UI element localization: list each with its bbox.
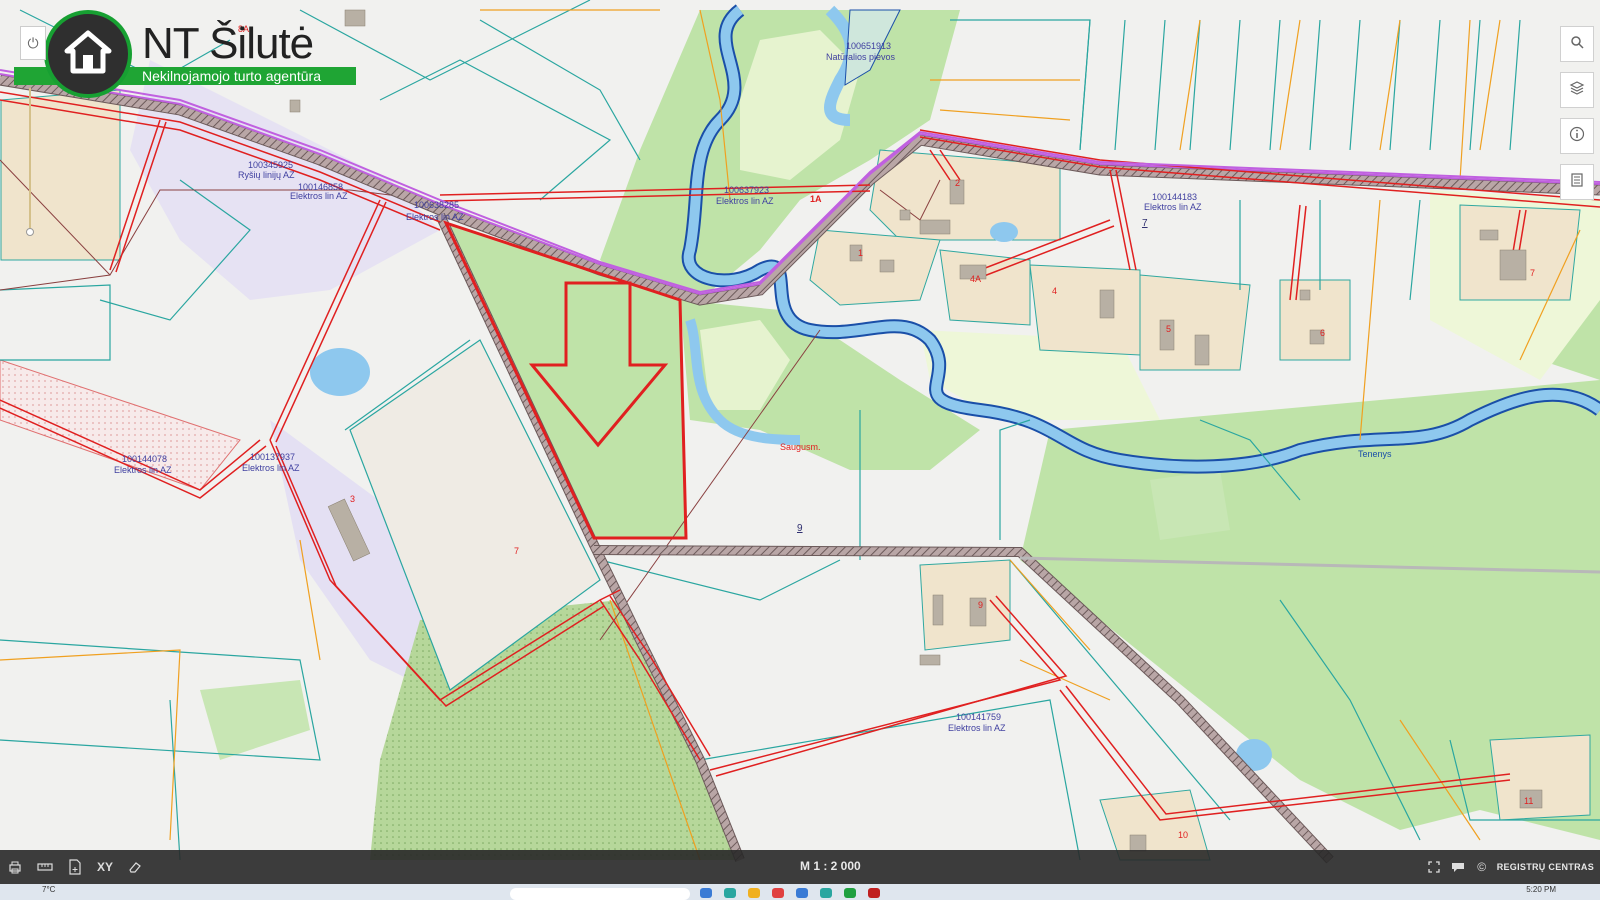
power-icon: ⏻ — [27, 34, 39, 51]
app-icon[interactable] — [772, 888, 784, 898]
zoom-track — [29, 88, 31, 234]
map-statusbar: XY M 1 : 2 000 © REGISTRŲ CENTRAS — [0, 850, 1600, 884]
map-scale: M 1 : 2 000 — [800, 859, 861, 873]
label-l2-name: Elektros lin AZ — [290, 191, 348, 201]
house-number: 7 — [1530, 268, 1535, 278]
legend-icon — [1569, 172, 1585, 193]
app-icon[interactable] — [748, 888, 760, 898]
new-page-icon[interactable] — [66, 858, 84, 876]
house-number: 9 — [978, 600, 983, 610]
weather-temperature: 7°C — [42, 885, 56, 894]
parcel-number-7: 7 — [1142, 218, 1148, 229]
clock: 5:20 PM — [1526, 885, 1556, 894]
app-icon[interactable] — [868, 888, 880, 898]
house-number: 3 — [350, 494, 355, 504]
house-number: 4 — [1052, 286, 1057, 296]
chat-icon[interactable] — [1449, 858, 1467, 876]
label-l6-name: Elektros lin AZ — [114, 465, 172, 475]
brand-logo: NT Šilutė Nekilnojamojo turto agentūra — [14, 10, 356, 100]
label-l3-num: 100638285 — [414, 200, 459, 210]
app-icon[interactable] — [844, 888, 856, 898]
house-number: 11 — [1524, 796, 1533, 806]
eraser-icon[interactable] — [126, 858, 144, 876]
label-l1-name: Ryšių linijų AZ — [238, 170, 295, 180]
house-number: 5 — [1166, 324, 1171, 334]
info-icon — [1569, 126, 1585, 147]
registry-label: REGISTRŲ CENTRAS — [1496, 862, 1594, 872]
label-l6-num: 100144078 — [122, 454, 167, 464]
print-icon[interactable] — [6, 858, 24, 876]
brand-title: NT Šilutė — [142, 19, 314, 68]
pond-2 — [990, 222, 1018, 242]
label-l8-num: 100141759 — [956, 712, 1001, 722]
xy-icon[interactable]: XY — [96, 858, 114, 876]
label-l3-name: Elektros lin AZ — [406, 212, 464, 222]
search-icon — [1570, 35, 1584, 54]
label-l9-name: Natūralios pievos — [826, 52, 896, 62]
label-l5-num: 100144183 — [1152, 192, 1197, 202]
brand-circle — [44, 10, 132, 98]
info-button[interactable] — [1560, 118, 1594, 154]
copyright-icon: © — [1477, 860, 1487, 874]
label-l4-num: 100637923 — [724, 185, 769, 195]
taskbar-search[interactable] — [510, 888, 690, 900]
river-label: Tenenys — [1358, 449, 1392, 459]
label-l7-num: 100137937 — [250, 452, 295, 462]
house-number: 1A — [810, 194, 822, 204]
search-button[interactable] — [1560, 26, 1594, 62]
map-tools — [1560, 26, 1594, 200]
zoom-slider[interactable] — [26, 88, 34, 238]
legend-button[interactable] — [1560, 164, 1594, 200]
label-l4-name: Elektros lin AZ — [716, 196, 774, 206]
fullscreen-icon[interactable] — [1425, 858, 1443, 876]
label-l1-num: 100345925 — [248, 160, 293, 170]
cadastral-map[interactable]: 100345925 Ryšių linijų AZ 100146858 Elek… — [0, 0, 1600, 900]
label-l7-name: Elektros lin AZ — [242, 463, 300, 473]
house-number: 6 — [1320, 328, 1325, 338]
label-l9-num: 100651913 — [846, 41, 891, 51]
parcel-number-9: 9 — [797, 523, 803, 534]
app-icon[interactable] — [724, 888, 736, 898]
taskbar-apps — [700, 888, 880, 898]
pond — [310, 348, 370, 396]
os-taskbar: 7°C 5:20 PM — [0, 884, 1600, 900]
statusbar-tools: XY — [6, 858, 144, 876]
label-l8-name: Elektros lin AZ — [948, 723, 1006, 733]
house-number: 1 — [858, 248, 863, 258]
app-icon[interactable] — [796, 888, 808, 898]
home-icon — [63, 29, 113, 80]
saugus-label: Saugusm. — [780, 442, 821, 452]
zoom-knob[interactable] — [26, 228, 34, 236]
measure-icon[interactable] — [36, 858, 54, 876]
house-number: 2 — [955, 178, 960, 188]
house-number: 4A — [970, 274, 981, 284]
app-icon[interactable] — [700, 888, 712, 898]
green-patch-2 — [1150, 470, 1230, 540]
layers-button[interactable] — [1560, 72, 1594, 108]
house-number: 7 — [514, 546, 519, 556]
label-l5-name: Elektros lin AZ — [1144, 202, 1202, 212]
brand-subtitle: Nekilnojamojo turto agentūra — [142, 68, 321, 84]
statusbar-right: © REGISTRŲ CENTRAS — [1425, 858, 1594, 876]
power-button[interactable]: ⏻ — [20, 26, 46, 60]
layers-icon — [1569, 80, 1585, 101]
app-icon[interactable] — [820, 888, 832, 898]
house-number: 10 — [1178, 830, 1188, 840]
